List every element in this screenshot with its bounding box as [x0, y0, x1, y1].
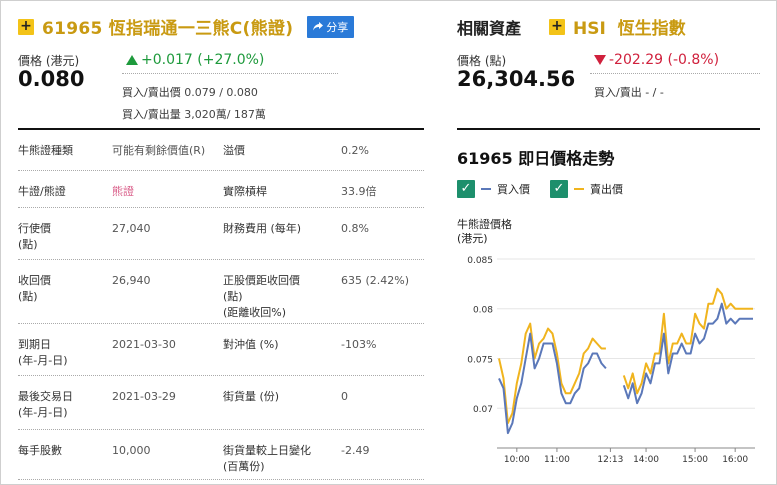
bid-ask-label: 買入/賣出價 — [122, 86, 181, 99]
table-row: 每手股數 10,000 街貨量較上日變化 (百萬份) -2.49 — [18, 430, 424, 480]
bid-ask-price: 買入/賣出價 0.079 / 0.080 — [122, 84, 258, 100]
table-value: -103% — [341, 338, 377, 351]
table-key: 牛熊證種類 — [18, 144, 73, 157]
add-watchlist-icon[interactable]: + — [18, 18, 34, 35]
share-icon — [313, 22, 324, 31]
related-symbol: HSI — [573, 19, 606, 39]
table-key: 街貨量 (份) — [223, 390, 280, 403]
table-value: 0.8% — [341, 222, 369, 235]
table-value: 635 (2.42%) — [341, 274, 410, 287]
divider — [590, 73, 760, 74]
related-asset-label: 相關資產 — [457, 18, 522, 38]
cbbc-details-table: 牛熊證種類 可能有剩餘價值(R) 溢價 0.2% 牛證/熊證 熊證 實際槓桿 33.9倍行使價… — [18, 130, 424, 480]
ask-price-line — [622, 287, 753, 395]
table-value: 27,040 — [112, 222, 151, 235]
legend-bid-toggle[interactable]: ✓ 買入價 — [457, 180, 530, 198]
up-arrow-icon — [126, 55, 138, 65]
section-divider — [457, 128, 760, 130]
product-name: 恆指瑞通一三熊C — [108, 19, 243, 39]
intraday-price-chart[interactable]: 0.085 0.08 0.075 0.07 10:00 11:00 12:13 14:00 15… — [457, 244, 767, 464]
table-value: -2.49 — [341, 444, 370, 457]
table-key: 最後交易日 (年-月-日) — [18, 390, 73, 419]
table-row: 牛熊證種類 可能有剩餘價值(R) 溢價 0.2% — [18, 130, 424, 171]
share-label: 分享 — [326, 20, 349, 34]
table-value: 0.2% — [341, 144, 369, 157]
table-row: 到期日 (年-月-日) 2021-03-30 對沖值 (%) -103% — [18, 324, 424, 376]
table-key: 對沖值 (%) — [223, 338, 279, 351]
chart-y-axis-label-line: 牛熊證價格 — [457, 218, 512, 231]
table-row: 牛證/熊證 熊證 實際槓桿 33.9倍 — [18, 171, 424, 208]
chart-legend: ✓ 買入價 ✓ 賣出價 — [457, 180, 637, 198]
table-row: 行使價 (點) 27,040 財務費用 (每年) 0.8% — [18, 208, 424, 260]
price-change: +0.017 (+27.0%) — [126, 52, 264, 68]
table-value: 0 — [341, 390, 348, 403]
price-change-text: +0.017 (+27.0%) — [141, 52, 265, 68]
legend-ask-toggle[interactable]: ✓ 賣出價 — [550, 180, 623, 198]
share-button[interactable]: 分享 — [307, 15, 355, 38]
chart-x-tick-label: 10:00 — [504, 455, 530, 464]
chart-y-tick-label: 0.075 — [467, 355, 493, 365]
table-key: 牛證/熊證 — [18, 185, 66, 198]
related-asset-title[interactable]: HSI 恆生指數 — [573, 14, 686, 39]
related-change-text: -202.29 (-0.8%) — [609, 52, 720, 68]
chart-x-tick-label: 16:00 — [722, 455, 748, 464]
table-value: 26,940 — [112, 274, 151, 287]
legend-ask-label: 賣出價 — [590, 183, 623, 196]
table-row: 收回價 (點) 26,940 正股價距收回價 (點) (距離收回%) 635 (2.42%) — [18, 260, 424, 324]
down-arrow-icon — [594, 55, 606, 65]
table-value: 10,000 — [112, 444, 151, 457]
table-key: 實際槓桿 — [223, 185, 267, 198]
chart-x-tick-label: 12:13 — [597, 455, 623, 464]
legend-ask-swatch — [574, 188, 584, 190]
bid-ask-volume: 買入/賣出量 3,020萬/ 187萬 — [122, 106, 266, 122]
bid-price-line — [622, 302, 753, 405]
chart-y-axis-label: 牛熊證價格 (港元) — [457, 218, 512, 246]
table-key: 到期日 (年-月-日) — [18, 338, 68, 367]
product-code: 61965 — [42, 19, 103, 39]
chart-y-tick-label: 0.08 — [473, 306, 493, 316]
table-key: 收回價 (點) — [18, 274, 51, 303]
legend-bid-label: 買入價 — [497, 183, 530, 196]
table-value: 可能有剩餘價值(R) — [112, 144, 206, 157]
related-bid-ask: 買入/賣出 - / - — [594, 86, 664, 99]
table-key: 行使價 (點) — [18, 222, 51, 251]
price-value: 0.080 — [18, 67, 85, 91]
related-change: -202.29 (-0.8%) — [594, 52, 719, 68]
related-price: 26,304.56 — [457, 67, 576, 91]
bid-ask-value: 0.079 / 0.080 — [184, 86, 258, 99]
product-header: + 61965 恆指瑞通一三熊C(熊證) 分享 — [18, 14, 355, 39]
chart-x-tick-label: 11:00 — [544, 455, 570, 464]
chart-x-tick-label: 15:00 — [682, 455, 708, 464]
bid-price-line — [498, 332, 607, 435]
related-asset-header: 相關資產 + HSI 恆生指數 — [457, 14, 686, 39]
chart-y-tick-label: 0.085 — [467, 256, 493, 266]
product-title: 61965 恆指瑞通一三熊C(熊證) — [42, 14, 293, 39]
table-key: 財務費用 (每年) — [223, 222, 302, 235]
chart-title: 61965 即日價格走勢 — [457, 149, 615, 168]
checkbox-checked-icon[interactable]: ✓ — [550, 180, 568, 198]
table-value: 熊證 — [112, 185, 134, 198]
table-value: 33.9倍 — [341, 185, 377, 198]
add-watchlist-icon[interactable]: + — [549, 18, 566, 35]
table-key: 正股價距收回價 (點) (距離收回%) — [223, 274, 300, 319]
table-key: 每手股數 — [18, 444, 62, 457]
chart-y-tick-label: 0.07 — [473, 405, 493, 415]
checkbox-checked-icon[interactable]: ✓ — [457, 180, 475, 198]
divider — [122, 73, 338, 74]
table-value: 2021-03-30 — [112, 338, 176, 351]
chart-x-tick-label: 14:00 — [633, 455, 659, 464]
legend-bid-swatch — [481, 188, 491, 190]
related-name: 恆生指數 — [617, 19, 686, 39]
table-key: 街貨量較上日變化 (百萬份) — [223, 444, 311, 473]
table-key: 溢價 — [223, 144, 245, 157]
table-row: 最後交易日 (年-月-日) 2021-03-29 街貨量 (份) 0 — [18, 376, 424, 430]
volume-value: 3,020萬/ 187萬 — [184, 108, 266, 121]
product-type-tag[interactable]: (熊證) — [243, 19, 294, 39]
volume-label: 買入/賣出量 — [122, 108, 181, 121]
table-value: 2021-03-29 — [112, 390, 176, 403]
